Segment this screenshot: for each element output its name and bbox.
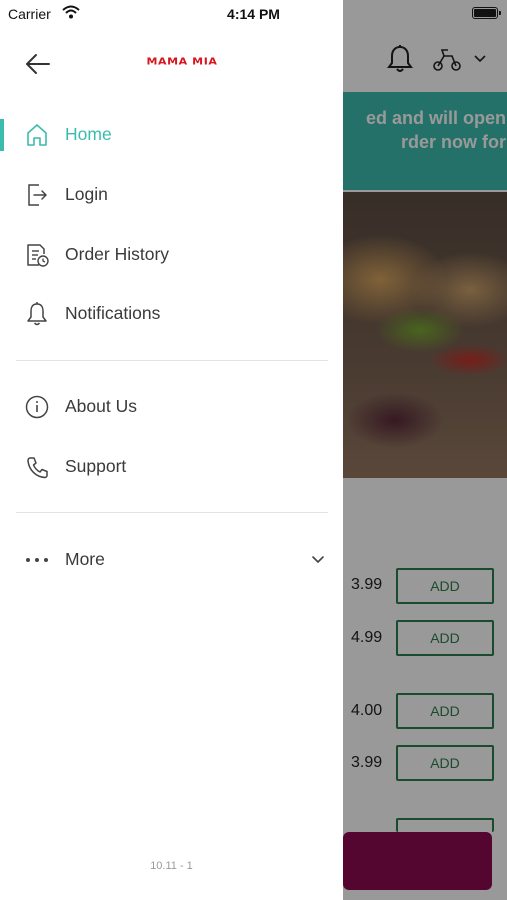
menu-item-label: Notifications (65, 303, 161, 323)
order-history-icon (27, 244, 49, 267)
menu-item-label: Order History (65, 244, 170, 264)
menu-item-order-history[interactable]: Order History (0, 229, 343, 281)
menu-item-home[interactable]: Home (0, 109, 343, 161)
menu-item-label: Support (65, 456, 127, 476)
menu-item-login[interactable]: Login (0, 169, 343, 221)
back-arrow-icon[interactable] (22, 50, 54, 78)
login-icon (28, 184, 47, 206)
bell-icon (27, 302, 47, 326)
divider (16, 360, 328, 361)
menu-item-label: About Us (65, 396, 137, 416)
drawer-scrim[interactable] (343, 0, 507, 900)
menu-item-label: Login (65, 184, 108, 204)
brand-logo: MAMA MIA (146, 56, 218, 68)
phone-icon (27, 457, 48, 479)
home-icon (27, 124, 47, 146)
menu-item-support[interactable]: Support (0, 441, 343, 493)
divider (16, 512, 328, 513)
menu-item-label: Home (65, 124, 112, 144)
status-bar: Carrier 4:14 PM (0, 0, 507, 30)
status-time: 4:14 PM (227, 6, 280, 22)
app-version: 10.11 - 1 (150, 860, 193, 872)
menu-item-more[interactable]: More (0, 534, 343, 586)
menu-item-about-us[interactable]: About Us (0, 381, 343, 433)
info-icon (25, 395, 49, 419)
menu-item-label: More (65, 549, 105, 569)
navigation-drawer: MAMA MIA Home Login Order History Notifi… (0, 30, 343, 900)
battery-icon (472, 7, 501, 19)
chevron-down-icon (312, 556, 324, 563)
active-indicator (0, 119, 4, 151)
more-dots-icon (26, 558, 48, 562)
menu-item-notifications[interactable]: Notifications (0, 288, 343, 340)
